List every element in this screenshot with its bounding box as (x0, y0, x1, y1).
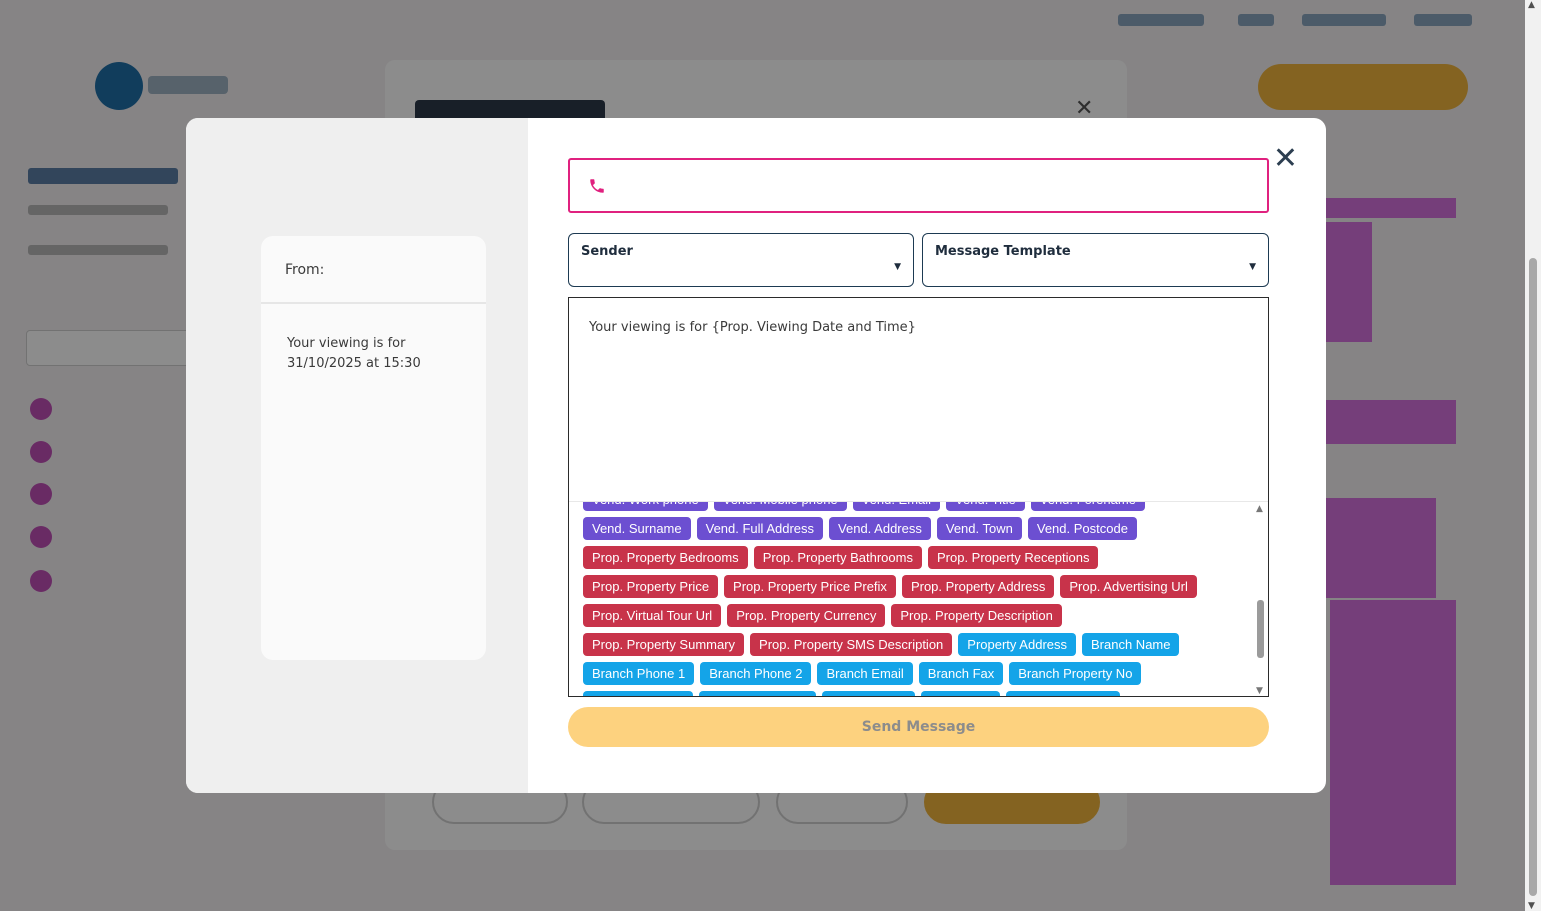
phone-number-field[interactable] (568, 158, 1269, 213)
merge-tag[interactable]: Vend. Postcode (1027, 517, 1137, 540)
merge-tag[interactable]: Vend. Email (852, 502, 941, 511)
merge-tag[interactable]: Branch Url (920, 691, 1001, 696)
merge-tag[interactable]: Vend. Work phone (583, 502, 708, 511)
preview-message: Your viewing is for 31/10/2025 at 15:30 (261, 304, 486, 404)
merge-tag[interactable]: Property Address (958, 633, 1076, 656)
merge-tag[interactable]: Prop. Property Summary (583, 633, 745, 656)
sms-form-pane: ✕ Sender ▼ Message Template ▼ Your viewi… (528, 118, 1326, 793)
send-sms-modal: From: Your viewing is for 31/10/2025 at … (186, 118, 1326, 793)
merge-tag[interactable]: Prop. Property Receptions (927, 546, 1099, 569)
merge-tag[interactable]: Branch Address (583, 691, 693, 696)
merge-tag[interactable]: Vend. Mobile phone (713, 502, 847, 511)
merge-tag[interactable]: Prop. Property Address (901, 575, 1055, 598)
message-template-select[interactable]: Message Template ▼ (922, 233, 1269, 287)
sender-select[interactable]: Sender ▼ (568, 233, 914, 287)
merge-tag[interactable]: Vend. Title (946, 502, 1025, 511)
merge-tag[interactable]: Branch Email (817, 662, 913, 685)
message-editor: Your viewing is for {Prop. Viewing Date … (568, 297, 1269, 697)
merge-tag[interactable]: Vend. Town (936, 517, 1022, 540)
scroll-up-arrow-icon[interactable]: ▲ (1256, 504, 1263, 514)
merge-tag[interactable]: Branch Postcode (698, 691, 816, 696)
merge-tag-row: Prop. Virtual Tour Url Prop. Property Cur… (583, 604, 1246, 627)
merge-tag[interactable]: Prop. Property Currency (727, 604, 886, 627)
merge-tag-row: Prop. Property Price Prop. Property Price… (583, 575, 1246, 598)
merge-tag[interactable]: Vend. Surname (583, 517, 691, 540)
merge-tag-row: Branch Address Branch Postcode Branch Town… (583, 691, 1246, 696)
close-icon[interactable]: ✕ (1273, 144, 1298, 174)
phone-icon (590, 178, 604, 193)
sms-preview-card: From: Your viewing is for 31/10/2025 at … (261, 236, 486, 660)
merge-tag[interactable]: Branch Manager (1006, 691, 1121, 696)
phone-number-input[interactable] (618, 160, 1267, 211)
merge-tag[interactable]: Branch Property No (1009, 662, 1142, 685)
merge-tag-row: Vend. Surname Vend. Full Address Vend. Add… (583, 517, 1246, 540)
merge-tag[interactable]: Branch Town (821, 691, 915, 696)
chevron-down-icon: ▼ (1249, 262, 1256, 272)
merge-tag[interactable]: Prop. Advertising Url (1060, 575, 1197, 598)
preview-from: From: (261, 236, 486, 304)
merge-tag[interactable]: Prop. Property Bathrooms (753, 546, 922, 569)
window-scrollbar[interactable]: ▲ ▼ (1525, 0, 1541, 911)
sms-preview-pane: From: Your viewing is for 31/10/2025 at … (186, 118, 528, 793)
merge-tag[interactable]: Vend. Address (829, 517, 931, 540)
merge-tag[interactable]: Prop. Property Price (583, 575, 719, 598)
merge-tag-list: Vend. Work phone Vend. Mobile phone Vend. … (569, 502, 1268, 696)
scroll-up-arrow-icon[interactable]: ▲ (1528, 0, 1535, 10)
merge-tag[interactable]: Branch Phone 1 (583, 662, 695, 685)
merge-tag-row: Prop. Property Summary Prop. Property SMS… (583, 633, 1246, 656)
merge-tag-row: Vend. Work phone Vend. Mobile phone Vend. … (583, 502, 1246, 511)
merge-tag-row: Prop. Property Bedrooms Prop. Property Ba… (583, 546, 1246, 569)
merge-tag[interactable]: Prop. Property Description (891, 604, 1062, 627)
merge-tag[interactable]: Vend. Full Address (696, 517, 824, 540)
scroll-down-arrow-icon[interactable]: ▼ (1256, 686, 1263, 696)
merge-tag-row: Branch Phone 1 Branch Phone 2 Branch Email… (583, 662, 1246, 685)
scroll-down-arrow-icon[interactable]: ▼ (1528, 901, 1535, 911)
chevron-down-icon: ▼ (894, 262, 901, 272)
merge-tag[interactable]: Prop. Virtual Tour Url (583, 604, 722, 627)
merge-tag[interactable]: Prop. Property Bedrooms (583, 546, 748, 569)
window-scrollbar-thumb[interactable] (1529, 258, 1537, 896)
message-template-label: Message Template (935, 244, 1071, 259)
scrollbar-thumb[interactable] (1257, 600, 1264, 658)
sender-label: Sender (581, 244, 633, 259)
merge-tag[interactable]: Branch Fax (918, 662, 1004, 685)
merge-tag-container: Vend. Work phone Vend. Mobile phone Vend. … (583, 502, 1246, 696)
merge-tag[interactable]: Vend. Forename (1030, 502, 1145, 511)
send-message-button[interactable]: Send Message (568, 707, 1269, 747)
tag-list-scrollbar[interactable]: ▲ ▼ (1254, 502, 1268, 696)
merge-tag[interactable]: Prop. Property SMS Description (750, 633, 953, 656)
merge-tag[interactable]: Branch Name (1082, 633, 1180, 656)
message-textarea[interactable]: Your viewing is for {Prop. Viewing Date … (569, 298, 1268, 502)
preview-message-line: Your viewing is for (287, 336, 406, 351)
preview-message-line: 31/10/2025 at 15:30 (287, 356, 421, 371)
merge-tag[interactable]: Prop. Property Price Prefix (724, 575, 896, 598)
merge-tag[interactable]: Branch Phone 2 (700, 662, 812, 685)
